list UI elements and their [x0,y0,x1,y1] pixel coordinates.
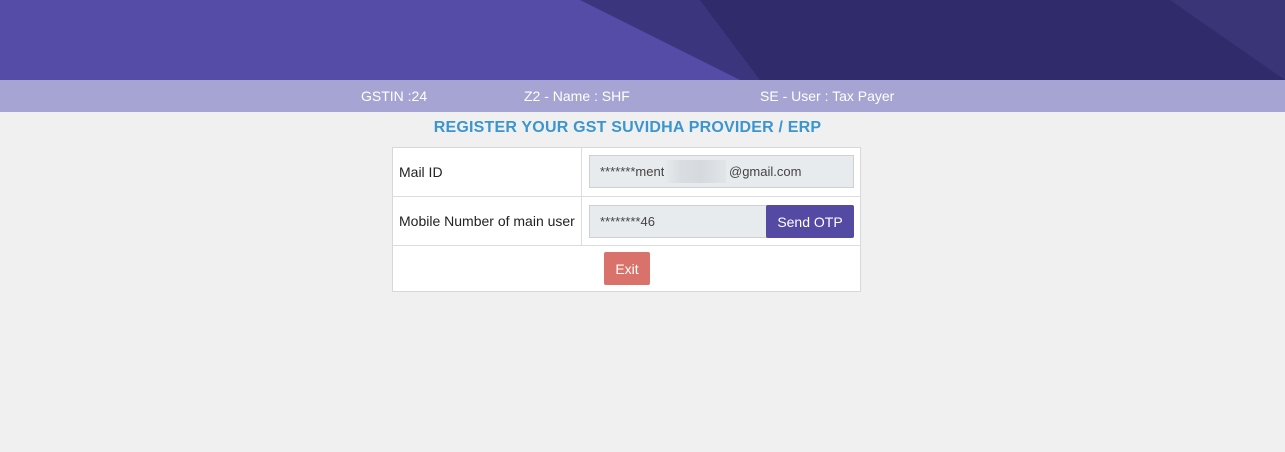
mobile-number-label: Mobile Number of main user [399,213,575,229]
redacted-name [630,85,756,107]
mail-id-field[interactable]: *******ment @gmail.com [589,155,854,188]
send-otp-button[interactable]: Send OTP [766,205,854,238]
row-divider [393,196,860,197]
banner-background [0,0,1285,80]
mobile-number-value: ********46 [600,214,655,229]
mail-id-suffix: @gmail.com [729,164,802,179]
redacted-mail [664,160,726,183]
mobile-number-field[interactable]: ********46 [589,205,768,238]
row-divider [393,245,860,246]
user-name-text: Z2 - Name : SHF [524,88,630,104]
user-info-bar: GSTIN :24 Z2 - Name : SHF SE - User : Ta… [0,80,1285,112]
exit-button[interactable]: Exit [604,252,650,285]
mail-id-prefix: *******ment [600,164,665,179]
mail-id-label: Mail ID [399,164,443,180]
register-form: Mail ID *******ment @gmail.com Mobile Nu… [392,147,861,292]
user-type-text: SE - User : Tax Payer [760,88,895,104]
redacted-gstin [432,85,520,107]
page-title: REGISTER YOUR GST SUVIDHA PROVIDER / ERP [433,119,822,136]
gstin-text: GSTIN :24 [361,88,428,104]
header-banner [0,0,1285,80]
